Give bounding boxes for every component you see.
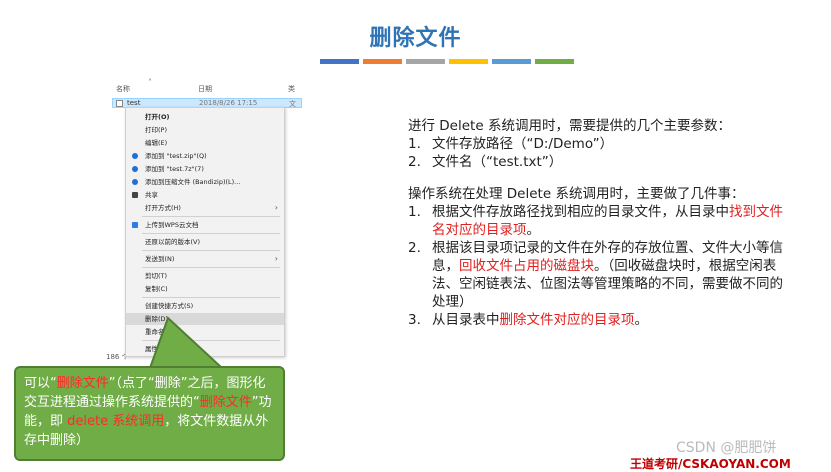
explanation-panel: 进行 Delete 系统调用时，需要提供的几个主要参数： 1. 文件存放路径（“D… [408, 117, 788, 329]
menu-item-share[interactable]: 共享 [126, 189, 284, 201]
file-date: 2018/8/26 17:15 [199, 99, 258, 107]
params-intro: 进行 Delete 系统调用时，需要提供的几个主要参数： [408, 118, 731, 134]
menu-item-properties[interactable]: 属性(R) [126, 343, 284, 355]
file-name: test [127, 99, 141, 107]
submenu-arrow-icon: › [274, 203, 278, 212]
os-steps-intro: 操作系统在处理 Delete 系统调用时，主要做了几件事： [408, 186, 745, 202]
menu-item-send-to[interactable]: 发送到(N) › [126, 253, 284, 265]
step-item: 1. 根据文件存放路径找到相应的目录文件，从目录中找到文件名对应的目录项。 [408, 204, 783, 238]
color-bars [320, 59, 574, 64]
menu-item-edit[interactable]: 编辑(E) [126, 137, 284, 149]
file-type: 文 [289, 100, 296, 108]
menu-item-create-shortcut[interactable]: 创建快捷方式(S) [126, 300, 284, 312]
menu-item-open-with[interactable]: 打开方式(H) › [126, 202, 284, 214]
menu-separator [142, 216, 280, 217]
menu-separator [142, 267, 280, 268]
menu-item-upload-wps[interactable]: 上传到WPS云文档 [126, 219, 284, 231]
menu-item-delete[interactable]: 删除(D) [126, 313, 284, 325]
highlight-text: 删除文件对应的目录项 [499, 312, 635, 328]
menu-separator [142, 233, 280, 234]
context-menu: 打开(O) 打印(P) 编辑(E) 添加到 "test.zip"(Q) 添加到 … [125, 107, 285, 357]
color-bar-3 [406, 59, 445, 64]
column-header-date[interactable]: 日期 [198, 84, 212, 94]
menu-item-open[interactable]: 打开(O) [126, 111, 284, 123]
color-bar-6 [535, 59, 574, 64]
bandizip-icon [132, 179, 138, 185]
column-header-name[interactable]: 名称 [116, 84, 130, 94]
color-bar-2 [363, 59, 402, 64]
param-item: 1. 文件存放路径（“D:/Demo”） [408, 136, 614, 152]
wps-cloud-icon [132, 222, 138, 228]
sort-caret-icon: ˄ [148, 78, 152, 87]
color-bar-1 [320, 59, 359, 64]
color-bar-5 [492, 59, 531, 64]
menu-separator [142, 340, 280, 341]
column-header-type[interactable]: 类 [288, 84, 295, 94]
os-steps-list: 1. 根据文件存放路径找到相应的目录文件，从目录中找到文件名对应的目录项。 2. 根… [408, 203, 788, 329]
menu-item-rename[interactable]: 重命名(M) [126, 326, 284, 338]
text-file-icon [116, 100, 123, 107]
color-bar-4 [449, 59, 488, 64]
params-list: 1. 文件存放路径（“D:/Demo”） 2. 文件名（“test.txt”） [408, 135, 788, 171]
menu-item-restore-versions[interactable]: 还原以前的版本(V) [126, 236, 284, 248]
menu-item-add-zip[interactable]: 添加到 "test.zip"(Q) [126, 150, 284, 162]
bandizip-icon [132, 166, 138, 172]
menu-item-cut[interactable]: 剪切(T) [126, 270, 284, 282]
menu-separator [142, 250, 280, 251]
share-icon [132, 192, 138, 198]
callout-note: 可以“删除文件”（点了“删除”之后，图形化交互进程通过操作系统提供的“删除文件”… [14, 366, 285, 461]
watermark: CSDN @肥肥饼 [676, 440, 777, 456]
bandizip-icon [132, 153, 138, 159]
menu-separator [142, 297, 280, 298]
param-item: 2. 文件名（“test.txt”） [408, 154, 563, 170]
highlight-text: 回收文件占用的磁盘块 [459, 258, 594, 274]
step-item: 2. 根据该目录项记录的文件在外存的存放位置、文件大小等信息，回收文件占用的磁盘块… [408, 240, 783, 310]
footer-brand: 王道考研/CSKAOYAN.COM [630, 457, 791, 471]
menu-item-add-7z[interactable]: 添加到 "test.7z"(7) [126, 163, 284, 175]
submenu-arrow-icon: › [274, 254, 278, 263]
menu-item-add-archive[interactable]: 添加到压缩文件 (Bandizip)(L)... [126, 176, 284, 188]
menu-item-print[interactable]: 打印(P) [126, 124, 284, 136]
step-item: 3. 从目录表中删除文件对应的目录项。 [408, 312, 648, 328]
menu-item-copy[interactable]: 复制(C) [126, 283, 284, 295]
page-title: 删除文件 [369, 26, 462, 51]
